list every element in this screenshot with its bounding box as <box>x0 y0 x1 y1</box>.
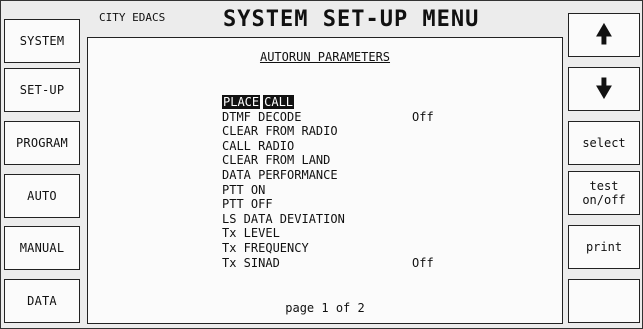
test-label: test <box>589 179 619 193</box>
parameter-item[interactable]: DATA PERFORMANCE <box>222 168 345 183</box>
parameter-item-selected[interactable]: PLACE CALL <box>222 95 345 110</box>
parameter-item[interactable]: CLEAR FROM LAND <box>222 153 345 168</box>
parameter-item[interactable]: PTT OFF <box>222 197 345 212</box>
city-label: CITY EDACS <box>99 11 166 24</box>
up-button[interactable]: 🠝 <box>568 13 640 57</box>
parameter-item[interactable]: Tx FREQUENCY <box>222 241 345 256</box>
down-arrow-icon: 🠟 <box>595 74 613 104</box>
instrument-screen: SYSTEM SET-UP PROGRAM AUTO MANUAL DATA C… <box>0 0 643 329</box>
panel-subtitle: AUTORUN PARAMETERS <box>259 50 391 64</box>
parameter-item[interactable]: Tx LEVEL <box>222 226 345 241</box>
setup-key[interactable]: SET-UP <box>4 68 80 112</box>
parameter-item[interactable]: PTT ON <box>222 183 345 198</box>
parameter-item[interactable]: CALL RADIO <box>222 139 345 154</box>
parameter-item[interactable]: CLEAR FROM RADIO <box>222 124 345 139</box>
system-key[interactable]: SYSTEM <box>4 19 80 63</box>
blank-key[interactable] <box>568 279 640 323</box>
parameter-item[interactable]: LS DATA DEVIATION <box>222 212 345 227</box>
print-button[interactable]: print <box>568 225 640 269</box>
manual-key[interactable]: MANUAL <box>4 226 80 270</box>
select-button[interactable]: select <box>568 121 640 165</box>
parameter-item[interactable]: Tx SINAD Off <box>222 256 434 271</box>
main-panel: AUTORUN PARAMETERS PLACE CALL DTMF DECODE… <box>87 37 563 324</box>
up-arrow-icon: 🠝 <box>595 20 613 50</box>
down-button[interactable]: 🠟 <box>568 67 640 111</box>
program-key[interactable]: PROGRAM <box>4 121 80 165</box>
parameter-value: Off <box>412 255 434 270</box>
parameter-item[interactable]: DTMF DECODE Off <box>222 110 434 125</box>
test-on-off-button[interactable]: test on/off <box>568 171 640 215</box>
page-title: SYSTEM SET-UP MENU <box>223 7 480 32</box>
on-off-label: on/off <box>582 193 626 207</box>
data-key[interactable]: DATA <box>4 279 80 323</box>
parameter-list: PLACE CALL DTMF DECODE Off CLEAR FROM RADI… <box>222 95 434 271</box>
auto-key[interactable]: AUTO <box>4 174 80 218</box>
page-indicator: page 1 of 2 <box>285 301 365 315</box>
parameter-value: Off <box>412 109 434 124</box>
